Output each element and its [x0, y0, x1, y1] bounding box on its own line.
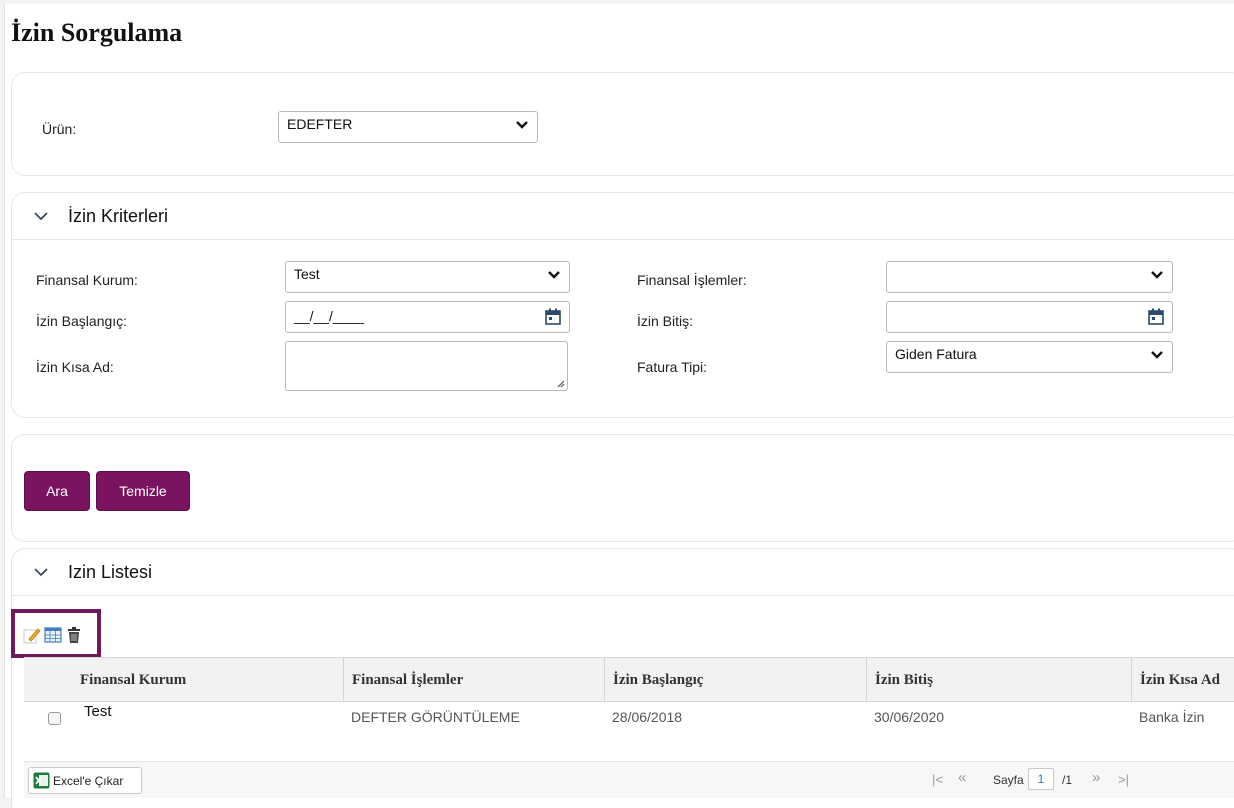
page-label: Sayfa	[993, 773, 1024, 787]
current-page-input[interactable]: 1	[1028, 768, 1054, 790]
chevron-down-icon	[548, 271, 560, 279]
table-row[interactable]: Test DEFTER GÖRÜNTÜLEME 28/06/2018 30/06…	[24, 702, 1234, 736]
last-page-button[interactable]: >|	[1118, 772, 1129, 787]
financial-institution-label: Finansal Kurum:	[36, 272, 138, 288]
chevron-down-icon	[34, 212, 48, 221]
previous-page-button[interactable]: «	[958, 769, 966, 786]
permission-start-input[interactable]: __/__/____	[285, 301, 570, 333]
edit-icon[interactable]	[23, 626, 41, 644]
permission-short-name-textarea[interactable]	[285, 341, 568, 391]
row-checkbox[interactable]	[48, 712, 61, 725]
cell-permission-end: 30/06/2020	[874, 709, 945, 725]
excel-icon	[33, 772, 50, 789]
column-header-permission-short-name[interactable]: İzin Kısa Ad	[1131, 658, 1234, 703]
export-excel-label: Excel'e Çıkar	[53, 774, 124, 788]
column-header-permission-start[interactable]: İzin Başlangıç	[604, 658, 866, 703]
product-label: Ürün:	[42, 121, 77, 137]
cell-permission-short-name: Banka İzin	[1139, 709, 1205, 725]
table-view-icon[interactable]	[44, 626, 62, 644]
criteria-header[interactable]: İzin Kriterleri	[12, 193, 1234, 240]
chevron-down-icon	[516, 121, 528, 129]
financial-institution-value: Test	[294, 266, 320, 282]
cell-financial-institution: Test	[84, 703, 112, 720]
cell-permission-start: 28/06/2018	[612, 709, 683, 725]
criteria-panel: İzin Kriterleri Finansal Kurum: Test Fin…	[11, 192, 1234, 418]
permission-start-label: İzin Başlangıç:	[36, 313, 128, 329]
export-excel-button[interactable]: Excel'e Çıkar	[28, 767, 142, 794]
invoice-type-value: Giden Fatura	[895, 346, 977, 362]
next-page-button[interactable]: »	[1092, 769, 1100, 786]
permission-start-value: __/__/____	[294, 308, 365, 324]
permission-table: Finansal Kurum Finansal İşlemler İzin Ba…	[24, 657, 1234, 737]
product-panel: Ürün: EDEFTER	[11, 72, 1234, 176]
page-title: İzin Sorgulama	[11, 18, 183, 47]
cell-financial-operations: DEFTER GÖRÜNTÜLEME	[351, 709, 520, 725]
invoice-type-label: Fatura Tipi:	[637, 359, 708, 375]
column-header-financial-operations[interactable]: Finansal İşlemler	[343, 658, 604, 703]
invoice-type-select[interactable]: Giden Fatura	[886, 341, 1173, 373]
product-select-value: EDEFTER	[287, 116, 353, 132]
financial-operations-label: Finansal İşlemler:	[637, 272, 747, 288]
product-select[interactable]: EDEFTER	[278, 111, 538, 143]
calendar-icon[interactable]	[1148, 308, 1164, 325]
total-pages: /1	[1062, 773, 1073, 787]
financial-operations-select[interactable]	[886, 261, 1173, 293]
permission-end-label: İzin Bitiş:	[637, 313, 694, 329]
list-header[interactable]: Izin Listesi	[12, 549, 1234, 596]
table-header: Finansal Kurum Finansal İşlemler İzin Ba…	[24, 657, 1234, 703]
clear-button[interactable]: Temizle	[96, 471, 190, 511]
calendar-icon[interactable]	[545, 308, 561, 325]
list-header-title: Izin Listesi	[68, 562, 153, 582]
financial-institution-select[interactable]: Test	[285, 261, 570, 293]
column-header-permission-end[interactable]: İzin Bitiş	[866, 658, 1131, 703]
chevron-down-icon	[34, 568, 48, 577]
column-header-financial-institution[interactable]: Finansal Kurum	[72, 658, 343, 703]
permission-short-name-label: İzin Kısa Ad:	[36, 359, 114, 375]
chevron-down-icon	[1151, 271, 1163, 279]
chevron-down-icon	[1151, 351, 1163, 359]
criteria-header-title: İzin Kriterleri	[68, 206, 169, 226]
first-page-button[interactable]: |<	[932, 772, 943, 787]
delete-icon[interactable]	[65, 626, 83, 644]
permission-end-input[interactable]	[886, 301, 1173, 333]
actions-panel: Ara Temizle	[11, 434, 1234, 542]
list-toolbar	[11, 609, 101, 658]
table-footer: Excel'e Çıkar |< « Sayfa 1 /1 » >|	[24, 761, 1234, 798]
search-button[interactable]: Ara	[24, 471, 90, 511]
resize-grip-icon[interactable]	[556, 379, 565, 388]
